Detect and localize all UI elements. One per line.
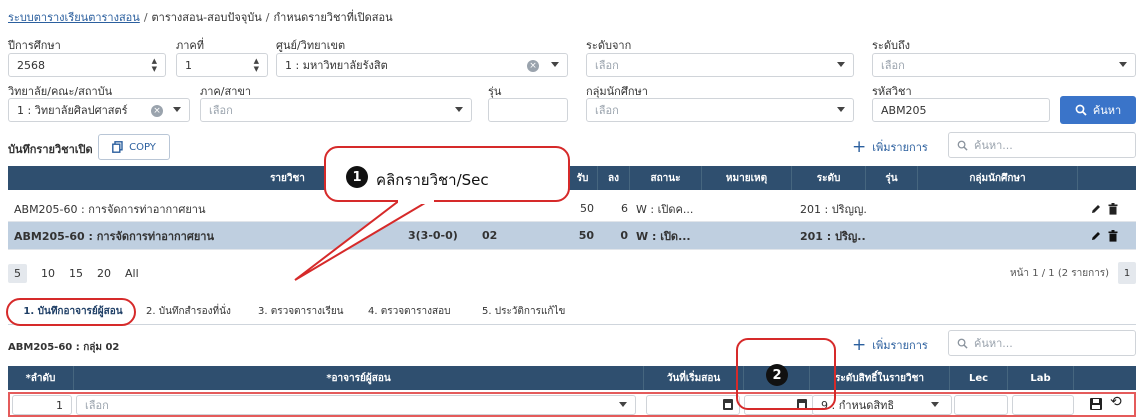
step-one-text: คลิกรายวิชา/Sec — [376, 171, 489, 189]
step-one-badge: 1 — [346, 166, 368, 188]
callout-pointer — [294, 199, 434, 281]
step-two-badge: 2 — [766, 364, 788, 386]
callout-joint — [398, 196, 434, 204]
